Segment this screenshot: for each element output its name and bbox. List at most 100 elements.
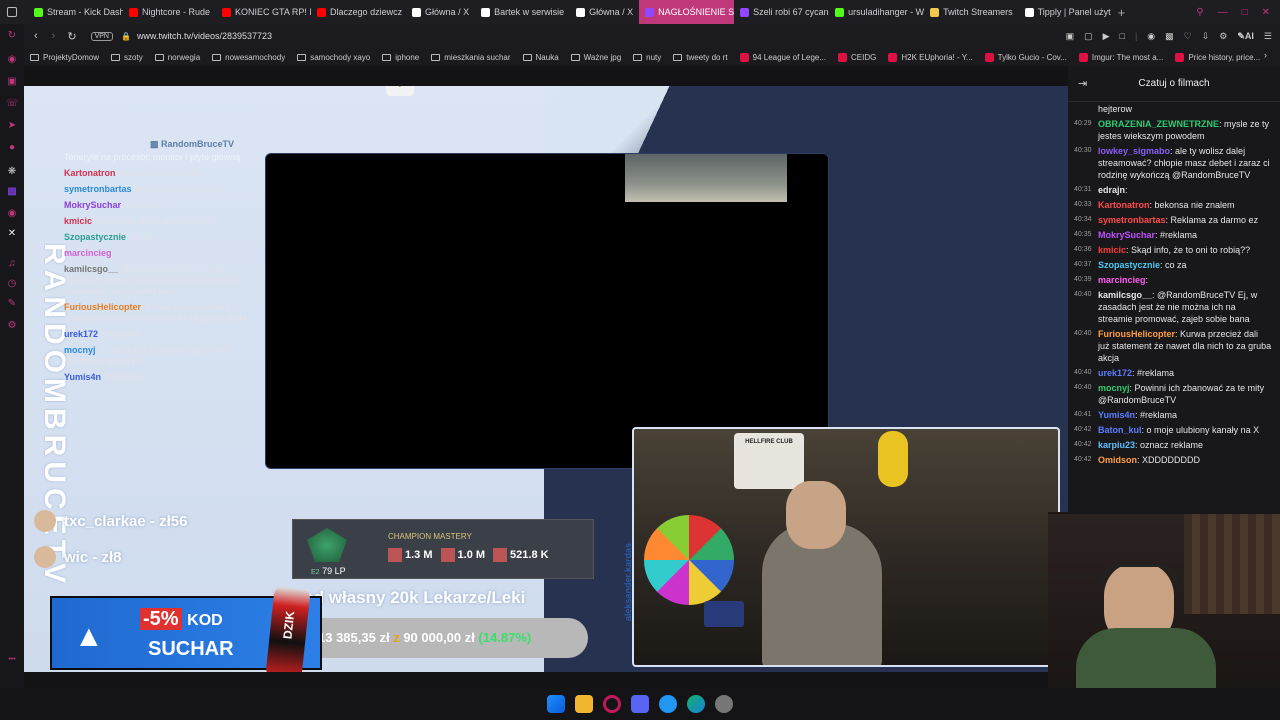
chat-message[interactable]: 40:37 Szopastycznie: co za xyxy=(1068,258,1280,273)
bookmark-16[interactable]: Price history, price... xyxy=(1169,52,1266,62)
bookmark-14[interactable]: Tylko Gucio - Cov... xyxy=(979,52,1073,62)
pip-icon[interactable]: ▢ xyxy=(1084,31,1093,42)
opera-icon[interactable] xyxy=(603,695,621,713)
telegram-taskbar-icon[interactable] xyxy=(659,695,677,713)
chat-message[interactable]: 40:41 Yumis4n: #reklama xyxy=(1068,408,1280,423)
chat-username[interactable]: symetronbartas xyxy=(1098,215,1166,225)
edge-icon[interactable] xyxy=(687,695,705,713)
chat-username[interactable]: OBRAZENIA_ZEWNETRZNE xyxy=(1098,119,1219,129)
start-icon[interactable] xyxy=(547,695,565,713)
sidebar-twitch-icon[interactable]: ▩ xyxy=(6,186,18,198)
sidebar-telegram-icon[interactable]: ➤ xyxy=(6,120,18,132)
file-explorer-icon[interactable] xyxy=(575,695,593,713)
chat-username[interactable]: Kartonatron xyxy=(1098,200,1150,210)
vpn-badge[interactable]: VPN xyxy=(90,31,113,41)
collapse-chat-icon[interactable]: ⇥ xyxy=(1078,77,1087,90)
tab-2[interactable]: KONIEC GTA RP! M xyxy=(216,0,311,24)
new-tab-button[interactable]: + xyxy=(1118,5,1126,20)
sidebar-clock-icon[interactable]: ◷ xyxy=(6,278,18,290)
play-icon[interactable]: ▶ xyxy=(1103,31,1110,42)
chat-username[interactable]: FuriousHelicopter xyxy=(1098,329,1175,339)
forward-icon[interactable]: › xyxy=(52,30,56,42)
sidebar-music-icon[interactable]: ♫ xyxy=(6,258,18,270)
chat-username[interactable]: karpiu23 xyxy=(1098,440,1135,450)
menu-icon[interactable]: ☰ xyxy=(1264,31,1272,42)
sidebar-messenger-icon[interactable]: ◉ xyxy=(6,54,18,66)
bookmark-2[interactable]: norwegia xyxy=(149,53,206,62)
tab-1[interactable]: Nightcore - Rude xyxy=(123,0,216,24)
back-icon[interactable]: ‹ xyxy=(34,30,38,42)
bookmark-8[interactable]: Ważne jpg xyxy=(565,53,628,62)
tab-10[interactable]: Twitch Streamers xyxy=(924,0,1019,24)
chat-message[interactable]: 40:40 kamilcsgo__: @RandomBruceTV Ej, w z… xyxy=(1068,288,1280,327)
bookmarks-overflow-icon[interactable]: › xyxy=(1264,50,1267,60)
tab-6[interactable]: Główna / X xyxy=(570,0,639,24)
chat-username[interactable]: edrajn xyxy=(1098,185,1125,195)
workspace-icon[interactable] xyxy=(0,0,24,24)
extensions-icon[interactable]: ▩ xyxy=(1165,31,1174,42)
chat-username[interactable]: Baton_kul xyxy=(1098,425,1142,435)
chat-message[interactable]: 40:33 Kartonatron: bekonsa nie znalem xyxy=(1068,198,1280,213)
chat-message[interactable]: 40:40 mocnyj: Powinni ich zbanować za te … xyxy=(1068,381,1280,408)
ai-button[interactable]: ✎AI xyxy=(1237,31,1254,42)
chat-message[interactable]: 40:31 edrajn: xyxy=(1068,183,1280,198)
sidebar-x-icon[interactable]: ✕ xyxy=(6,228,18,240)
bookmark-13[interactable]: H2K EUphoria! - Y... xyxy=(882,52,978,62)
chat-message[interactable]: 40:29 OBRAZENIA_ZEWNETRZNE: mysle ze ty j… xyxy=(1068,117,1280,144)
chat-message[interactable]: hejterow xyxy=(1068,102,1280,117)
chat-message[interactable]: 40:42 Baton_kul: o moje ulubiony kanały n… xyxy=(1068,423,1280,438)
chat-username[interactable]: MokrySuchar xyxy=(1098,230,1155,240)
chat-username[interactable]: Szopastycznie xyxy=(1098,260,1160,270)
tab-8[interactable]: Szeli robi 67 cycan xyxy=(734,0,829,24)
sidebar-whatsapp-icon[interactable]: ☏ xyxy=(6,98,19,110)
bookmark-4[interactable]: samochody xayo xyxy=(291,53,376,62)
bookmark-5[interactable]: iphone xyxy=(376,53,425,62)
chat-message[interactable]: 40:40 urek172: #reklama xyxy=(1068,366,1280,381)
chat-username[interactable]: mocnyj xyxy=(1098,383,1130,393)
discord-taskbar-icon[interactable] xyxy=(631,695,649,713)
reload-icon[interactable]: ↻ xyxy=(67,30,76,43)
tab-4[interactable]: Główna / X xyxy=(406,0,475,24)
chat-message[interactable]: 40:35 MokrySuchar: #reklama xyxy=(1068,228,1280,243)
sidebar-history-icon[interactable]: ↻ xyxy=(6,30,18,42)
bookmark-0[interactable]: ProjektyDomow xyxy=(24,53,105,62)
tab-11[interactable]: Tipply | Panel użyt xyxy=(1019,0,1114,24)
video-player[interactable]: RANDOMBRUCETV ▩ RandomBruceTV Teneryfe n… xyxy=(24,86,1068,672)
screenshot-icon[interactable]: ▣ xyxy=(1066,31,1075,42)
bookmark-10[interactable]: tweety do rt xyxy=(667,53,733,62)
chat-username[interactable]: marcincieg xyxy=(1098,275,1146,285)
tab-3[interactable]: Dlaczego dziewcz xyxy=(311,0,406,24)
tab-5[interactable]: Bartek w serwisie xyxy=(475,0,570,24)
sidebar-discord-icon[interactable]: ● xyxy=(6,142,18,154)
bookmark-icon[interactable]: □ xyxy=(1120,31,1125,41)
chat-message[interactable]: 40:40 FuriousHelicopter: Kurwa przecież d… xyxy=(1068,327,1280,366)
chat-message[interactable]: 40:42 karpiu23: oznacz reklame xyxy=(1068,438,1280,453)
camera-icon[interactable]: ◉ xyxy=(1147,31,1155,42)
chat-username[interactable]: Yumis4n xyxy=(1098,410,1135,420)
chat-message[interactable]: 40:34 symetronbartas: Reklama za darmo ez xyxy=(1068,213,1280,228)
chat-message[interactable]: 40:42 Omidson: XDDDDDDDD xyxy=(1068,453,1280,468)
search-tabs-icon[interactable]: ⚲ xyxy=(1196,7,1203,18)
url-field[interactable]: www.twitch.tv/videos/2839537723 xyxy=(137,31,272,41)
chat-message[interactable]: 40:39 marcincieg: xyxy=(1068,273,1280,288)
bookmark-6[interactable]: mieszkania suchar xyxy=(425,53,516,62)
sidebar-reddit-icon[interactable]: ◉ xyxy=(6,208,18,220)
settings-taskbar-icon[interactable] xyxy=(715,695,733,713)
tab-0[interactable]: Stream - Kick Dash xyxy=(28,0,123,24)
chat-username[interactable]: urek172 xyxy=(1098,368,1132,378)
minimize-icon[interactable]: — xyxy=(1218,7,1228,18)
chat-message-list[interactable]: hejterow 40:29 OBRAZENIA_ZEWNETRZNE: mysle… xyxy=(1068,102,1280,468)
bookmark-12[interactable]: CEIDG xyxy=(832,52,882,62)
tab-7[interactable]: NAGŁOŚNIENIE SPRAWY xyxy=(639,0,735,24)
chat-message[interactable]: 40:36 kmicic: Skąd info, że to oni to rob… xyxy=(1068,243,1280,258)
sidebar-more-icon[interactable]: ••• xyxy=(6,654,18,666)
download-icon[interactable]: ⇩ xyxy=(1202,31,1210,42)
bookmark-1[interactable]: szoty xyxy=(105,53,149,62)
bookmark-11[interactable]: 94 League of Lege... xyxy=(734,52,832,62)
chat-username[interactable]: kmicic xyxy=(1098,245,1126,255)
settings-icon[interactable]: ⚙ xyxy=(1219,31,1227,42)
maximize-icon[interactable]: □ xyxy=(1242,7,1248,18)
chat-username[interactable]: Omidson xyxy=(1098,455,1137,465)
sidebar-settings-icon[interactable]: ⚙ xyxy=(6,320,18,332)
bookmark-15[interactable]: Imgur: The most a... xyxy=(1073,52,1169,62)
